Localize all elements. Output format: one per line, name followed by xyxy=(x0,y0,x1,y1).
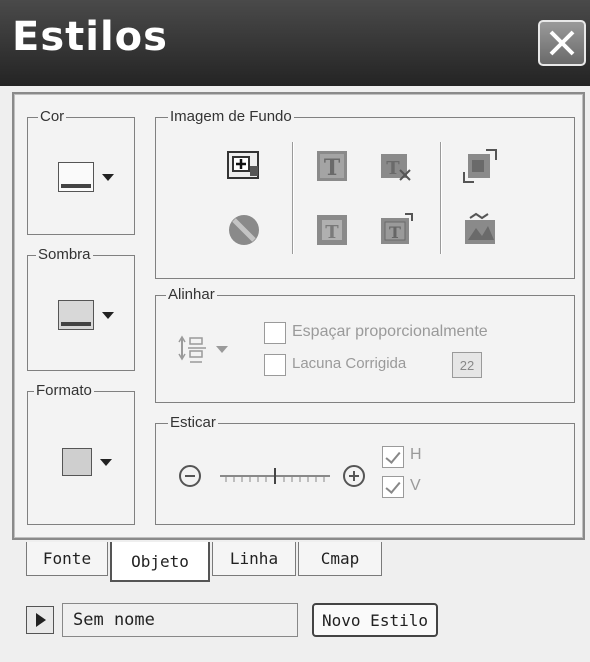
expand-arrow-button[interactable] xyxy=(26,606,54,634)
stretch-image-icon[interactable] xyxy=(462,148,498,184)
dropdown-arrow-icon xyxy=(216,345,228,353)
tab-linha[interactable]: Linha xyxy=(212,542,296,576)
vertical-spacing-icon xyxy=(178,335,206,363)
remove-image-icon[interactable]: T xyxy=(378,148,414,184)
zoom-in-icon[interactable] xyxy=(342,464,366,488)
stretch-horizontal-label: H xyxy=(410,446,422,463)
background-image-group: Imagem de Fundo T T T T xyxy=(155,108,575,279)
no-image-icon[interactable] xyxy=(226,212,262,248)
close-button[interactable] xyxy=(538,20,586,66)
fixed-gap-label: Lacuna Corrigida xyxy=(292,355,407,372)
dropdown-arrow-icon xyxy=(100,458,112,466)
fill-color-dropdown[interactable] xyxy=(58,162,114,192)
stretch-vertical-checkbox[interactable] xyxy=(382,476,404,498)
close-x-icon xyxy=(549,30,575,56)
new-style-button[interactable]: Novo Estilo xyxy=(312,603,438,637)
tab-objeto[interactable]: Objeto xyxy=(110,542,210,582)
style-name-field[interactable]: Sem nome xyxy=(62,603,298,637)
color-group-label: Cor xyxy=(38,108,67,126)
dropdown-arrow-icon xyxy=(102,173,114,181)
shadow-group-label: Sombra xyxy=(36,246,93,264)
fit-image-icon[interactable]: T xyxy=(378,212,414,248)
tile-image-icon[interactable]: T xyxy=(314,148,350,184)
fixed-gap-value-field[interactable]: 22 xyxy=(452,352,482,378)
shape-dropdown[interactable] xyxy=(62,448,112,476)
svg-text:T: T xyxy=(324,155,341,181)
align-group-label: Alinhar xyxy=(166,286,217,304)
zoom-out-icon[interactable] xyxy=(178,464,202,488)
tab-fonte[interactable]: Fonte xyxy=(26,542,108,576)
properties-panel: Cor Sombra Formato Imagem de Fundo T T T… xyxy=(12,92,585,540)
center-image-icon[interactable]: T xyxy=(314,212,350,248)
align-group: Alinhar Espaçar proporcionalmente Lacuna… xyxy=(155,286,575,403)
rectangle-shape-icon xyxy=(62,448,92,476)
stretch-group-label: Esticar xyxy=(168,414,218,432)
shadow-group: Sombra xyxy=(27,246,135,371)
shadow-color-dropdown[interactable] xyxy=(58,300,114,330)
background-image-group-label: Imagem de Fundo xyxy=(168,108,294,126)
proportional-spacing-label: Espaçar proporcionalmente xyxy=(292,323,488,340)
window-title: Estilos xyxy=(12,14,168,60)
stretch-slider[interactable] xyxy=(218,462,332,490)
stretch-vertical-label: V xyxy=(410,477,421,494)
title-bar[interactable]: Estilos xyxy=(0,0,590,86)
shape-group: Formato xyxy=(27,382,135,525)
fixed-gap-checkbox[interactable] xyxy=(264,354,286,376)
svg-text:T: T xyxy=(386,158,400,179)
crop-image-icon[interactable] xyxy=(462,212,498,248)
tab-cmap[interactable]: Cmap xyxy=(298,542,382,576)
toolbar-separator xyxy=(292,142,294,254)
dropdown-arrow-icon xyxy=(102,311,114,319)
proportional-spacing-checkbox[interactable] xyxy=(264,322,286,344)
stretch-horizontal-checkbox[interactable] xyxy=(382,446,404,468)
fill-color-swatch-icon xyxy=(58,162,94,192)
shadow-swatch-icon xyxy=(58,300,94,330)
svg-text:T: T xyxy=(389,223,401,242)
add-image-icon[interactable] xyxy=(226,148,262,184)
shape-group-label: Formato xyxy=(34,382,94,400)
stretch-group: Esticar H V xyxy=(155,414,575,525)
bottom-bar: Sem nome Novo Estilo xyxy=(0,590,590,662)
styles-window: Estilos Cor Sombra Formato Imagem de Fun… xyxy=(0,0,590,662)
toolbar-separator xyxy=(440,142,442,254)
color-group: Cor xyxy=(27,108,135,235)
spacing-dropdown[interactable] xyxy=(178,334,228,364)
svg-text:T: T xyxy=(325,222,339,243)
